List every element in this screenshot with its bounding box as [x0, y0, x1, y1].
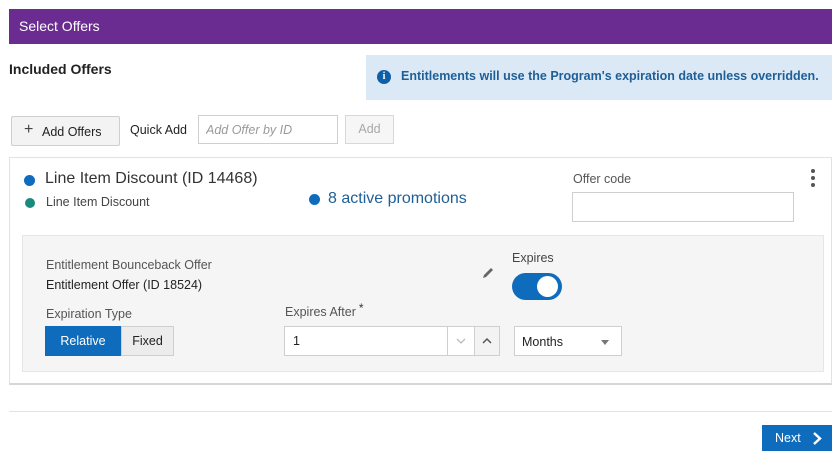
quick-add-label: Quick Add — [130, 123, 187, 137]
required-marker: * — [358, 301, 364, 315]
info-icon: i — [377, 70, 391, 84]
offer-status-dot — [24, 175, 35, 186]
caret-down-icon — [601, 340, 609, 345]
info-banner: i Entitlements will use the Program's ex… — [366, 55, 832, 100]
section-title: Included Offers — [9, 61, 112, 77]
add-offers-label: Add Offers — [42, 125, 102, 139]
offer-card: Line Item Discount (ID 14468) Line Item … — [9, 157, 832, 385]
quick-add-input[interactable] — [198, 115, 338, 144]
entitlement-value: Entitlement Offer (ID 18524) — [46, 278, 203, 292]
entitlement-label: Entitlement Bounceback Offer — [46, 258, 212, 272]
offer-code-input[interactable] — [572, 192, 794, 222]
expiration-type-relative[interactable]: Relative — [45, 326, 121, 356]
toggle-knob — [537, 276, 558, 297]
increment-button[interactable] — [474, 326, 500, 356]
pencil-icon[interactable] — [480, 266, 496, 280]
offer-code-label: Offer code — [573, 172, 632, 186]
chevron-right-icon — [813, 432, 822, 445]
expires-after-label: Expires After * — [285, 301, 364, 319]
add-offers-button[interactable]: + Add Offers — [11, 116, 120, 146]
expiration-type-label: Expiration Type — [46, 307, 132, 321]
offer-type-dot — [25, 198, 35, 208]
page-title: Select Offers — [19, 18, 100, 34]
footer-divider — [9, 411, 832, 412]
next-button[interactable]: Next — [762, 425, 832, 451]
chevron-down-icon — [456, 338, 466, 344]
decrement-button[interactable] — [448, 326, 474, 356]
expires-after-input[interactable] — [284, 326, 448, 356]
chevron-up-icon — [482, 337, 492, 344]
add-button[interactable]: Add — [345, 115, 394, 144]
info-banner-text: Entitlements will use the Program's expi… — [401, 69, 819, 83]
expiration-unit-value: Months — [522, 335, 563, 349]
page-header: Select Offers — [9, 9, 832, 44]
next-label: Next — [775, 431, 801, 445]
expires-label: Expires — [512, 251, 554, 265]
promotions-dot — [309, 194, 320, 205]
entitlement-panel: Entitlement Bounceback Offer Entitlement… — [22, 235, 824, 372]
expiration-unit-select[interactable]: Months — [514, 326, 622, 356]
active-promotions-link[interactable]: 8 active promotions — [328, 190, 467, 208]
expires-toggle[interactable] — [512, 273, 562, 300]
expiration-type-fixed[interactable]: Fixed — [121, 326, 174, 356]
offer-name: Line Item Discount (ID 14468) — [45, 170, 258, 187]
plus-icon: + — [24, 121, 34, 138]
offer-subtitle: Line Item Discount — [46, 195, 150, 209]
more-options-icon[interactable] — [807, 168, 819, 190]
expires-after-label-text: Expires After — [285, 305, 356, 319]
